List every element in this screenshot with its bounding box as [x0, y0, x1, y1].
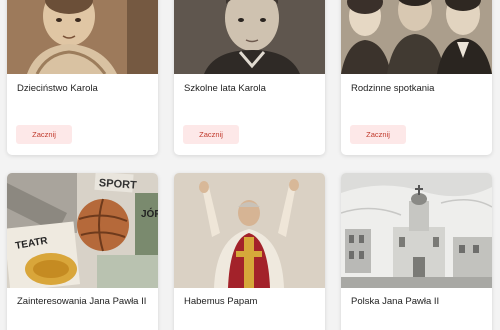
card-habemus-papam[interactable]: Habemus Papam: [174, 173, 325, 330]
start-button[interactable]: Zacznij: [350, 125, 406, 144]
card-title: Zainteresowania Jana Pawła II: [17, 296, 147, 307]
start-button[interactable]: Zacznij: [183, 125, 239, 144]
card-title: Habemus Papam: [184, 296, 258, 307]
module-grid: Dzieciństwo Karola Zacznij Szkolne lata …: [0, 0, 500, 330]
card-zainteresowania[interactable]: SPORT JÓR TEATR Zainteresowania Jana Paw…: [7, 173, 158, 330]
card-title: Szkolne lata Karola: [184, 83, 266, 94]
card-dziecinstwo[interactable]: Dzieciństwo Karola Zacznij: [7, 0, 158, 155]
card-image-pope-photo: [174, 173, 325, 288]
card-image-church-sketch: [341, 173, 492, 288]
card-polska-jana-pawla[interactable]: Polska Jana Pawła II: [341, 173, 492, 330]
card-image-family-photo: [341, 0, 492, 74]
card-image-child-photo: [7, 0, 158, 74]
card-title: Dzieciństwo Karola: [17, 83, 98, 94]
card-title: Rodzinne spotkania: [351, 83, 435, 94]
jor-label: JÓR: [141, 207, 158, 220]
card-szkolne-lata[interactable]: Szkolne lata Karola Zacznij: [174, 0, 325, 155]
card-image-interests-collage: SPORT JÓR TEATR: [7, 173, 158, 288]
card-title: Polska Jana Pawła II: [351, 296, 440, 307]
card-image-school-portrait: [174, 0, 325, 74]
card-rodzinne-spotkania[interactable]: Rodzinne spotkania Zacznij: [341, 0, 492, 155]
start-button[interactable]: Zacznij: [16, 125, 72, 144]
